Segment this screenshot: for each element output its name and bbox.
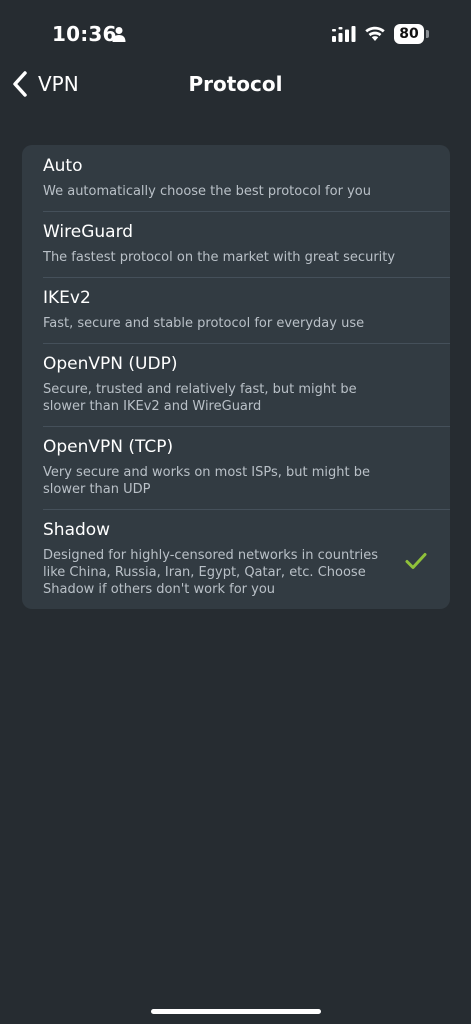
protocol-screen: 10:36 80 VPN Protocol Auto We automatica… (0, 0, 471, 1024)
wifi-icon (365, 26, 385, 41)
protocol-option-auto[interactable]: Auto We automatically choose the best pr… (22, 145, 450, 211)
protocol-description: Designed for highly-censored networks in… (43, 548, 379, 597)
protocol-description: Fast, secure and stable protocol for eve… (43, 316, 365, 331)
protocol-description: Very secure and works on most ISPs, but … (43, 465, 370, 497)
protocol-title: IKEv2 (43, 288, 91, 308)
person-icon (112, 27, 126, 42)
protocol-option-shadow[interactable]: Shadow Designed for highly-censored netw… (22, 509, 450, 609)
protocol-description: Secure, trusted and relatively fast, but… (43, 382, 357, 414)
protocol-description: The fastest protocol on the market with … (43, 250, 396, 265)
protocol-title: Auto (43, 156, 83, 176)
protocol-option-ikev2[interactable]: IKEv2 Fast, secure and stable protocol f… (22, 277, 450, 343)
protocol-title: Shadow (43, 520, 111, 540)
page-title: Protocol (188, 72, 283, 96)
protocol-option-openvpn-tcp[interactable]: OpenVPN (TCP) Very secure and works on m… (22, 426, 450, 509)
protocol-title: OpenVPN (UDP) (43, 354, 178, 374)
protocol-description: We automatically choose the best protoco… (43, 184, 371, 199)
protocol-option-openvpn-udp[interactable]: OpenVPN (UDP) Secure, trusted and relati… (22, 343, 450, 426)
home-indicator[interactable] (151, 1009, 321, 1014)
battery-tip (426, 30, 429, 38)
protocol-option-wireguard[interactable]: WireGuard The fastest protocol on the ma… (22, 211, 450, 277)
checkmark-icon (405, 553, 427, 569)
status-time: 10:36 (52, 22, 117, 46)
protocol-title: OpenVPN (TCP) (43, 437, 174, 457)
protocol-title: WireGuard (43, 222, 134, 242)
nav-bar: VPN Protocol (0, 60, 471, 108)
cellular-signal-icon (332, 26, 356, 42)
battery-icon: 80 (394, 24, 424, 44)
status-bar: 10:36 80 (0, 0, 471, 60)
protocol-list: Auto We automatically choose the best pr… (22, 145, 450, 609)
